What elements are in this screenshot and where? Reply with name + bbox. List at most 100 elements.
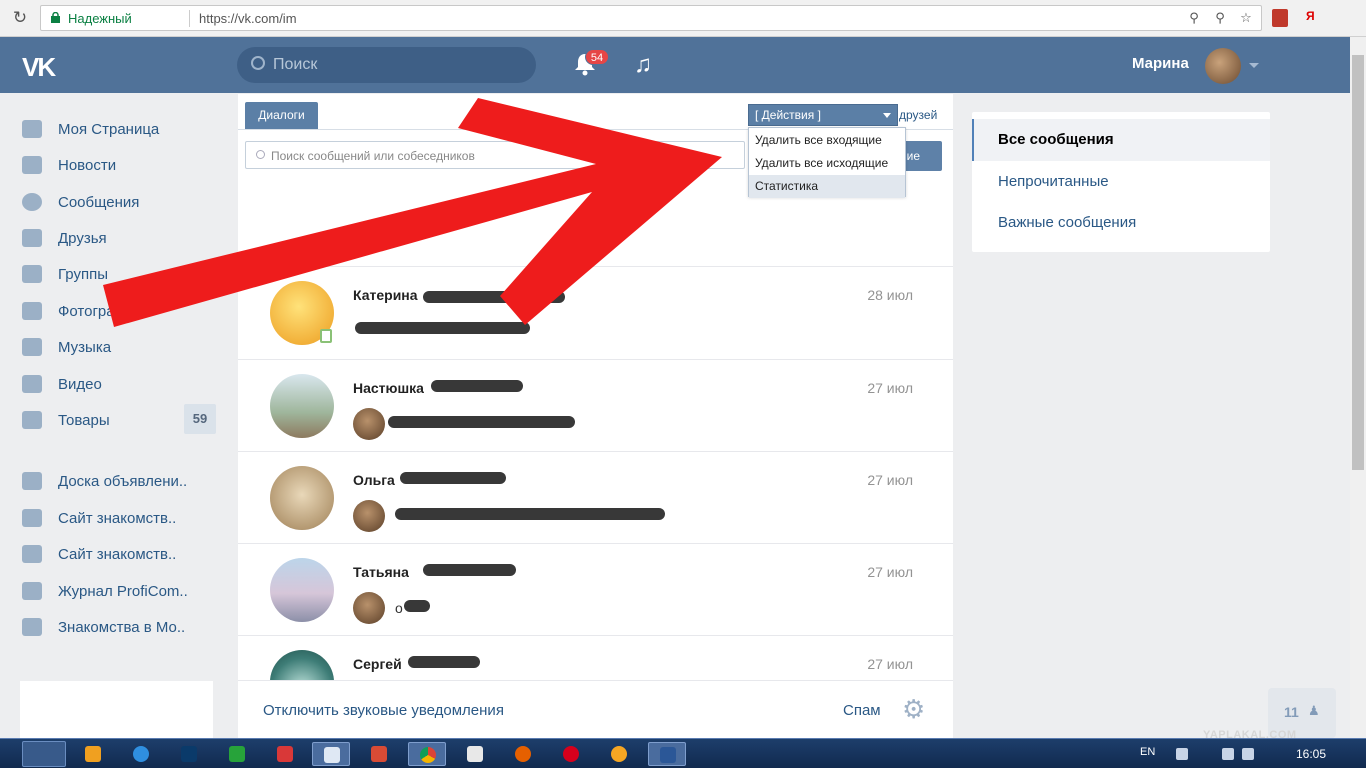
extension-icon[interactable] [1272, 9, 1288, 27]
sidebar-item-label: Новости [58, 157, 117, 174]
sidebar-item-label: Друзья [58, 230, 107, 247]
sidebar-group-item[interactable]: Сайт знакомств.. [20, 538, 220, 570]
search-icon [251, 56, 265, 70]
scrollbar[interactable] [1350, 37, 1366, 738]
sidebar-item-label: Фотографии [58, 303, 144, 320]
tab-friends[interactable]: друзей [899, 108, 937, 122]
calculator-icon[interactable] [456, 742, 494, 766]
person-icon [22, 229, 42, 247]
dialog-row[interactable]: Ольга 27 июл [238, 452, 953, 544]
volume-icon[interactable] [1242, 748, 1254, 760]
app-icon[interactable] [600, 742, 638, 766]
address-bar[interactable]: Надежный https://vk.com/im ⚲ ⚲ ☆ [40, 5, 1262, 31]
vk-header: VK Поиск 54 ♫ Марина [0, 37, 1350, 93]
dialog-row[interactable]: Татьяна 27 июл о [238, 544, 953, 636]
filter-important[interactable]: Важные сообщения [972, 202, 1270, 244]
sidebar-group-item[interactable]: Сайт знакомств.. [20, 502, 220, 534]
chat-count: 11 [1284, 704, 1299, 720]
sidebar-item-video[interactable]: Видео [20, 368, 220, 400]
sender-avatar [353, 500, 385, 532]
dialog-name: Настюшка [353, 380, 424, 396]
dialog-date: 27 июл [867, 564, 913, 580]
app-icon[interactable] [312, 742, 350, 766]
sidebar-item-groups[interactable]: Группы [20, 258, 220, 290]
divider [189, 10, 190, 27]
zoom-icon[interactable]: ⚲ [1185, 10, 1203, 26]
chat-icon [22, 193, 42, 211]
home-icon [22, 120, 42, 138]
menu-item-delete-outgoing[interactable]: Удалить все исходящие [749, 152, 905, 175]
sidebar-item-my-page[interactable]: Моя Страница [20, 113, 220, 145]
photoshop-icon[interactable] [170, 742, 208, 766]
dialog-date: 28 июл [867, 287, 913, 303]
yandex-icon[interactable]: Я [1306, 9, 1322, 27]
goods-count-badge: 59 [184, 404, 216, 434]
camtasia-icon[interactable] [218, 742, 256, 766]
app-icon[interactable] [266, 742, 304, 766]
redaction-mark [423, 564, 516, 576]
spam-link[interactable]: Спам [843, 702, 881, 719]
music-icon[interactable]: ♫ [634, 52, 658, 78]
sidebar-item-news[interactable]: Новости [20, 149, 220, 181]
avatar[interactable] [1205, 48, 1241, 84]
redaction-mark [408, 656, 480, 668]
sidebar-item-label: Видео [58, 376, 102, 393]
chevron-down-icon[interactable] [1249, 63, 1259, 68]
filter-unread[interactable]: Непрочитанные [972, 161, 1270, 203]
sidebar-item-label: Знакомства в Мо.. [58, 619, 186, 636]
dialog-date: 27 июл [867, 656, 913, 672]
chevron-down-icon [883, 113, 891, 118]
sidebar-item-label: Сообщения [58, 194, 140, 211]
opera-icon[interactable] [552, 742, 590, 766]
sidebar-item-label: Группы [58, 266, 108, 283]
news-icon [22, 156, 42, 174]
sidebar-item-goods[interactable]: Товары 59 [20, 404, 220, 436]
menu-item-delete-incoming[interactable]: Удалить все входящие [749, 129, 905, 152]
language-indicator[interactable]: EN [1140, 746, 1155, 758]
network-icon[interactable] [1222, 748, 1234, 760]
user-name[interactable]: Марина [1132, 55, 1189, 72]
vk-logo[interactable]: VK [22, 52, 56, 83]
dialog-preview: о [395, 600, 403, 616]
mute-sounds-link[interactable]: Отключить звуковые уведомления [263, 702, 504, 719]
filter-all-messages[interactable]: Все сообщения [972, 119, 1270, 161]
sidebar-item-photos[interactable]: Фотографии [20, 295, 220, 327]
dialog-row[interactable]: Настюшка 27 июл [238, 360, 953, 452]
star-icon[interactable]: ☆ [1237, 10, 1255, 26]
sidebar-item-messages[interactable]: Сообщения [20, 186, 220, 218]
sidebar-item-music[interactable]: Музыка [20, 331, 220, 363]
group-icon [22, 509, 42, 527]
sender-avatar [353, 408, 385, 440]
tab-dialogs[interactable]: Диалоги [245, 102, 318, 129]
sidebar-group-item[interactable]: Доска объявлени.. [20, 465, 220, 497]
actions-menu: Удалить все входящие Удалить все исходящ… [748, 127, 906, 198]
gear-icon[interactable]: ⚙ [902, 696, 928, 722]
flag-icon[interactable] [1176, 748, 1188, 760]
sidebar-group-item[interactable]: Журнал ProfiCom.. [20, 575, 220, 607]
reload-icon[interactable]: ↻ [10, 8, 30, 28]
app-icon[interactable] [360, 742, 398, 766]
dialog-name: Сергей [353, 656, 402, 672]
ie-icon[interactable] [122, 742, 160, 766]
pin-icon[interactable]: ⚲ [1211, 10, 1229, 26]
search-input[interactable]: Поиск [237, 47, 536, 83]
dialog-name: Ольга [353, 472, 395, 488]
media-player-icon[interactable] [74, 742, 112, 766]
dialog-row[interactable]: Катерина 28 июл [238, 267, 953, 359]
search-placeholder: Поиск [273, 56, 318, 73]
menu-item-statistics[interactable]: Статистика [749, 175, 905, 198]
actions-dropdown[interactable]: [ Действия ] [748, 104, 898, 126]
word-icon[interactable] [648, 742, 686, 766]
firefox-icon[interactable] [504, 742, 542, 766]
clock[interactable]: 16:05 [1296, 747, 1326, 761]
redaction-mark [423, 291, 565, 303]
messages-filter-menu: Все сообщения Непрочитанные Важные сообщ… [972, 112, 1270, 252]
chrome-icon[interactable] [408, 742, 446, 766]
sidebar-item-friends[interactable]: Друзья [20, 222, 220, 254]
message-search-input[interactable]: Поиск сообщений или собеседников [245, 141, 745, 169]
start-button[interactable] [22, 741, 66, 767]
scrollbar-thumb[interactable] [1352, 55, 1364, 470]
sidebar-group-item[interactable]: Знакомства в Мо.. [20, 611, 220, 643]
url-text[interactable]: https://vk.com/im [199, 11, 297, 26]
filter-label: Непрочитанные [998, 173, 1109, 190]
